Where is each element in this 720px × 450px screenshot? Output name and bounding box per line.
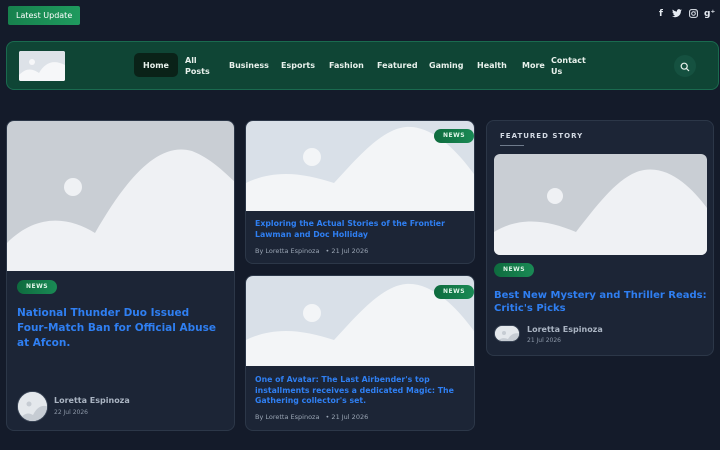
instagram-icon[interactable] [688, 9, 698, 21]
mid-post-title-1[interactable]: Exploring the Actual Stories of the Fron… [255, 219, 469, 240]
main-post-image[interactable] [7, 121, 234, 271]
main-post-card[interactable]: NEWS National Thunder Duo Issued Four-Ma… [6, 120, 235, 431]
nav-business[interactable]: Business [229, 42, 269, 89]
mid-post-card-2[interactable]: NEWS One of Avatar: The Last Airbender's… [245, 275, 475, 431]
nav-fashion[interactable]: Fashion [329, 42, 364, 89]
nav-more[interactable]: More [522, 42, 545, 89]
top-bar: Latest Update f g⁺ [0, 0, 720, 32]
mid-post-byline-1: By Loretta Espinoza • 21 Jul 2026 [255, 247, 368, 255]
mid-post-badge-2[interactable]: NEWS [434, 285, 474, 299]
featured-story-author[interactable]: Loretta Espinoza [527, 325, 603, 334]
featured-story-badge[interactable]: NEWS [494, 263, 535, 277]
main-post-date: 22 Jul 2026 [54, 409, 88, 416]
mid-post-author-1[interactable]: By Loretta Espinoza [255, 247, 319, 255]
search-button[interactable] [674, 55, 696, 77]
site-logo[interactable] [19, 51, 65, 81]
featured-story-panel: FEATURED STORY NEWS Best New Mystery and… [486, 120, 714, 356]
nav-contact-us[interactable]: Contact Us [551, 42, 586, 89]
mid-post-date-1: • 21 Jul 2026 [325, 247, 369, 255]
main-post-title[interactable]: National Thunder Duo Issued Four-Match B… [17, 306, 222, 351]
heading-underline [500, 145, 524, 146]
main-navigation: Home All Posts Business Esports Fashion … [6, 41, 719, 90]
mid-post-byline-2: By Loretta Espinoza • 21 Jul 2026 [255, 413, 368, 421]
twitter-icon[interactable] [672, 9, 682, 21]
social-links: f g⁺ [656, 9, 715, 21]
search-icon [680, 57, 690, 76]
mid-post-badge-1[interactable]: NEWS [434, 129, 474, 143]
author-avatar[interactable] [17, 391, 48, 422]
featured-story-image[interactable] [494, 154, 707, 255]
nav-home[interactable]: Home [134, 53, 178, 77]
mid-post-title-2[interactable]: One of Avatar: The Last Airbender's top … [255, 375, 469, 407]
mid-post-card-1[interactable]: NEWS Exploring the Actual Stories of the… [245, 120, 475, 264]
nav-health[interactable]: Health [477, 42, 507, 89]
main-post-badge[interactable]: NEWS [17, 280, 58, 294]
mid-post-date-2: • 21 Jul 2026 [325, 413, 369, 421]
facebook-icon[interactable]: f [656, 9, 666, 21]
google-plus-icon[interactable]: g⁺ [704, 9, 715, 21]
nav-all-posts[interactable]: All Posts [185, 42, 210, 89]
featured-story-date: 21 Jul 2026 [527, 337, 561, 344]
nav-gaming[interactable]: Gaming [429, 42, 463, 89]
featured-story-heading: FEATURED STORY [500, 132, 584, 140]
featured-story-title[interactable]: Best New Mystery and Thriller Reads: Cri… [494, 289, 710, 315]
nav-esports[interactable]: Esports [281, 42, 315, 89]
mid-post-author-2[interactable]: By Loretta Espinoza [255, 413, 319, 421]
featured-author-avatar[interactable] [494, 325, 520, 342]
latest-update-button[interactable]: Latest Update [8, 6, 81, 25]
nav-featured[interactable]: Featured [377, 42, 418, 89]
main-post-author[interactable]: Loretta Espinoza [54, 396, 130, 405]
